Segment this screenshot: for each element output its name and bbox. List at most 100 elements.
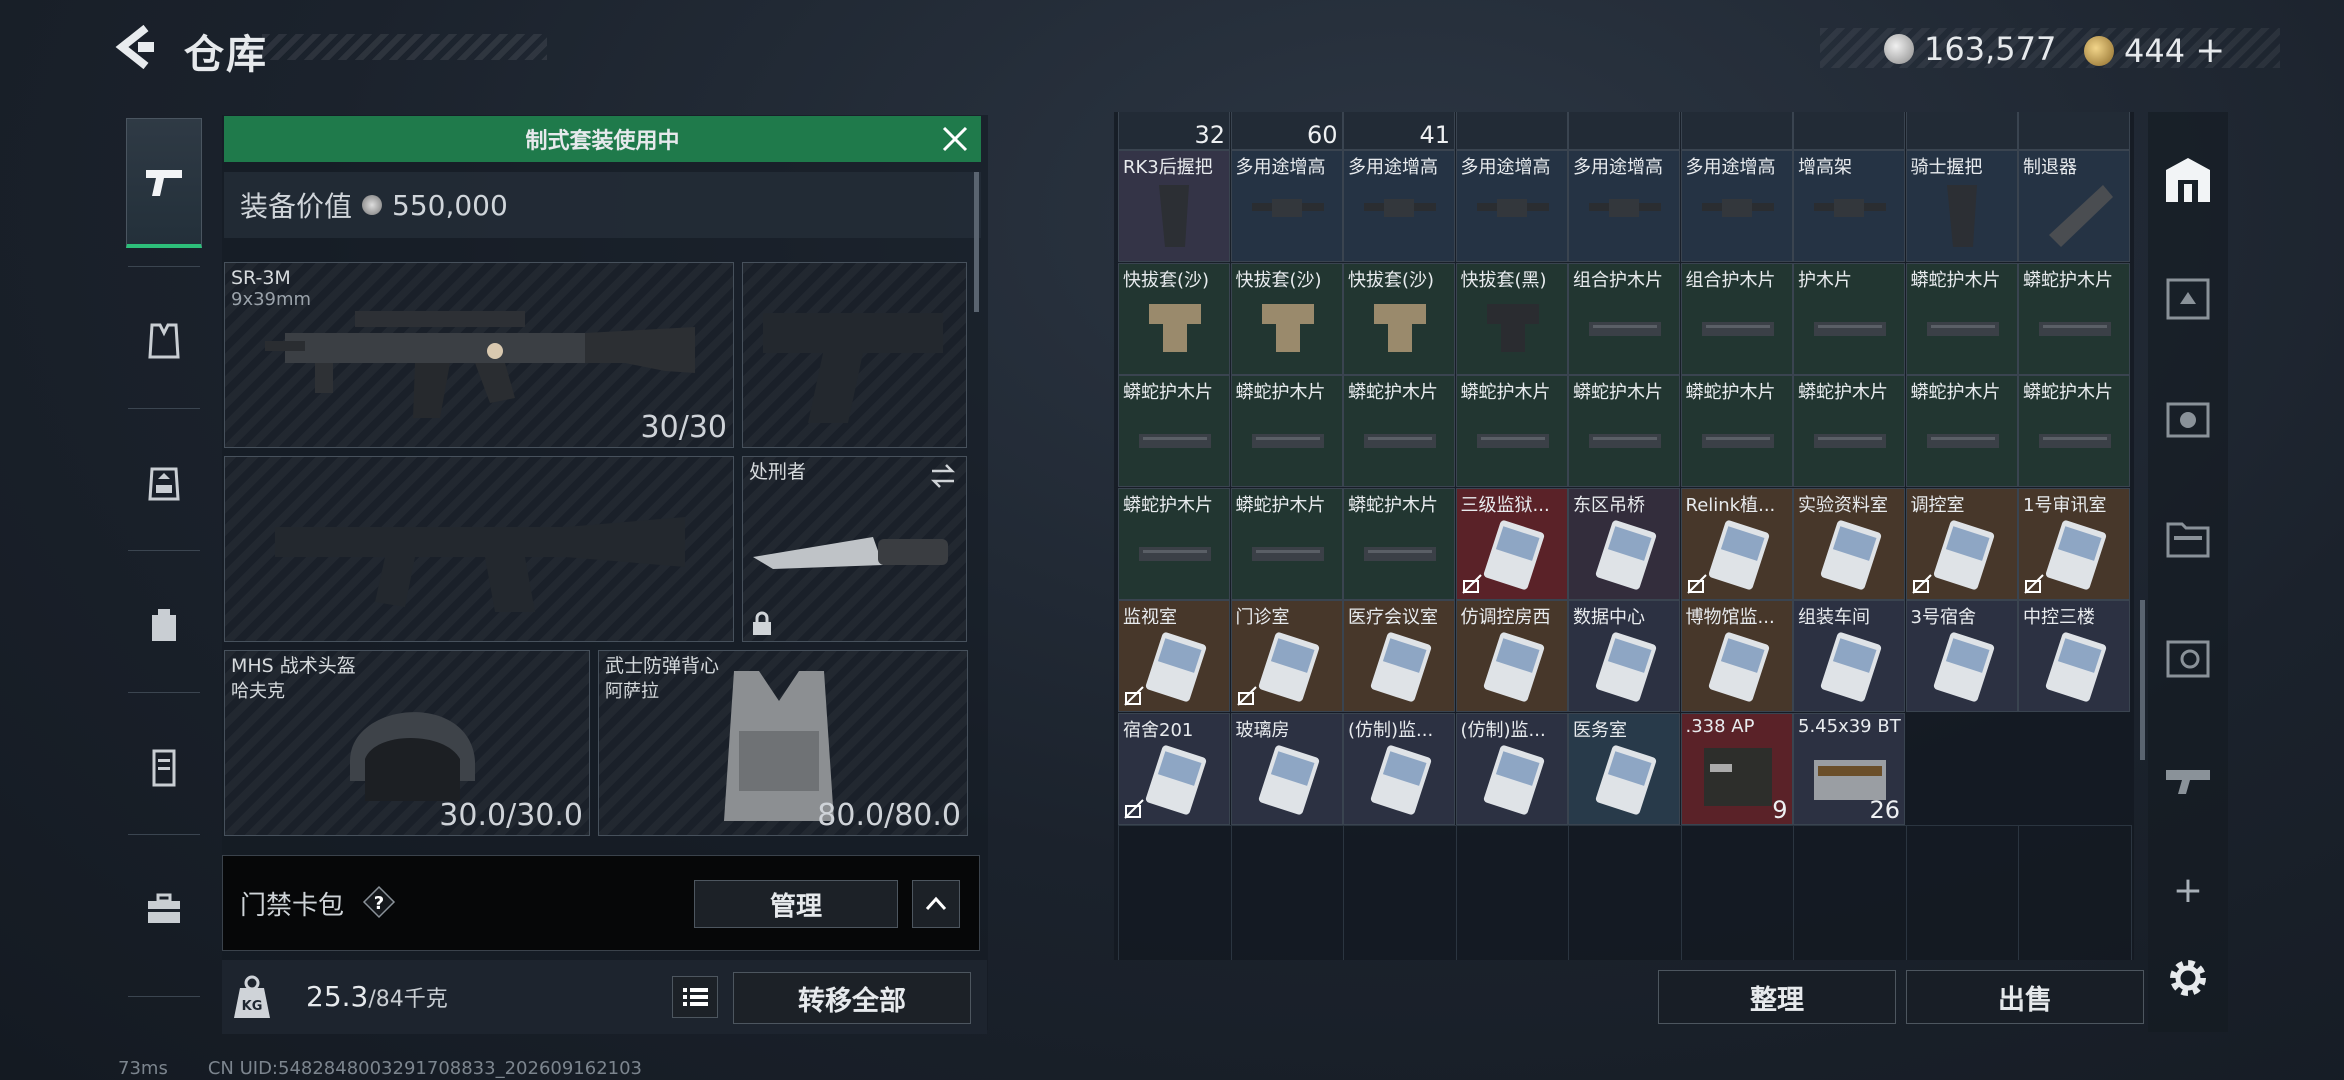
collapse-button[interactable] <box>912 880 960 928</box>
storage-item[interactable]: (仿制)监... <box>1455 712 1568 825</box>
storage-item[interactable]: 组合护木片 <box>1680 262 1793 375</box>
storage-item[interactable]: 数据中心 <box>1568 600 1680 712</box>
storage-item[interactable]: 快拔套(黑) <box>1455 262 1568 375</box>
swap-icon[interactable] <box>928 463 958 489</box>
list-view-button[interactable] <box>672 976 718 1018</box>
storage-item-partial[interactable] <box>1680 112 1793 150</box>
storage-item[interactable]: 医疗会议室 <box>1343 600 1455 712</box>
storage-item[interactable]: 蟒蛇护木片 <box>1793 375 1905 487</box>
storage-item[interactable]: 快拔套(沙) <box>1230 262 1343 375</box>
close-banner-button[interactable] <box>938 122 972 156</box>
storage-item[interactable]: Relink植... <box>1680 487 1793 600</box>
storage-item[interactable]: 蟒蛇护木片 <box>1343 487 1455 600</box>
transfer-all-button[interactable]: 转移全部 <box>733 972 971 1024</box>
settings-button[interactable] <box>2160 950 2216 1006</box>
storage-item-partial[interactable] <box>1905 112 2018 150</box>
rail-storage-6[interactable] <box>2160 750 2216 806</box>
nav-weapon[interactable] <box>126 118 202 248</box>
storage-item[interactable]: 蟒蛇护木片 <box>1905 375 2018 487</box>
storage-item[interactable]: 蟒蛇护木片 <box>1455 375 1568 487</box>
sell-button[interactable]: 出售 <box>1906 970 2144 1024</box>
storage-item[interactable]: 蟒蛇护木片 <box>1118 375 1230 487</box>
storage-item[interactable]: 蟒蛇护木片 <box>1118 487 1230 600</box>
storage-item-partial[interactable]: 41 <box>1343 112 1455 150</box>
storage-item[interactable]: 实验资料室 <box>1793 487 1905 600</box>
storage-item-partial[interactable]: 32 <box>1118 112 1230 150</box>
storage-item[interactable]: 宿舍201 <box>1118 712 1230 825</box>
storage-item[interactable]: 5.45x39 BT 26 <box>1793 712 1905 825</box>
sort-button[interactable]: 整理 <box>1658 970 1896 1024</box>
nav-armor[interactable] <box>126 276 202 406</box>
storage-item[interactable]: 快拔套(沙) <box>1343 262 1455 375</box>
storage-item[interactable]: 蟒蛇护木片 <box>1230 487 1343 600</box>
manage-button[interactable]: 管理 <box>694 880 898 928</box>
nav-toolbox[interactable] <box>126 844 202 974</box>
storage-scrollbar[interactable] <box>2140 600 2145 760</box>
storage-item[interactable]: 蟒蛇护木片 <box>1905 262 2018 375</box>
storage-item[interactable]: 三级监狱... <box>1455 487 1568 600</box>
storage-item[interactable]: 中控三楼 <box>2018 600 2130 712</box>
storage-item[interactable]: 医务室 <box>1568 712 1680 825</box>
storage-item[interactable]: 增高架 <box>1793 150 1905 262</box>
storage-item[interactable]: 蟒蛇护木片 <box>2018 262 2130 375</box>
storage-item[interactable]: (仿制)监... <box>1343 712 1455 825</box>
nav-backpack[interactable] <box>126 560 202 690</box>
storage-item-partial[interactable] <box>1455 112 1568 150</box>
help-button[interactable]: ? <box>362 885 396 919</box>
storage-item[interactable]: 1号审讯室 <box>2018 487 2130 600</box>
nav-rig[interactable] <box>126 418 202 548</box>
rail-storage-4[interactable] <box>2160 510 2216 566</box>
storage-item[interactable]: 蟒蛇护木片 <box>1568 375 1680 487</box>
storage-item[interactable]: 骑士握把 <box>1905 150 2018 262</box>
storage-item[interactable]: 蟒蛇护木片 <box>1230 375 1343 487</box>
vest-brand: 阿萨拉 <box>605 681 659 702</box>
back-button[interactable] <box>112 22 160 72</box>
item-name: 玻璃房 <box>1235 719 1290 741</box>
grid-line <box>1680 825 1682 960</box>
storage-item[interactable]: 多用途增高 <box>1680 150 1793 262</box>
storage-item[interactable]: .338 AP 9 <box>1680 712 1793 825</box>
storage-item[interactable]: 多用途增高 <box>1455 150 1568 262</box>
melee-slot[interactable]: 处刑者 <box>742 456 967 642</box>
storage-item[interactable]: 多用途增高 <box>1568 150 1680 262</box>
storage-item[interactable]: 蟒蛇护木片 <box>1680 375 1793 487</box>
add-storage-button[interactable]: + <box>2160 870 2216 926</box>
nav-container[interactable] <box>126 702 202 832</box>
storage-item[interactable]: 蟒蛇护木片 <box>1343 375 1455 487</box>
storage-item-partial[interactable]: 60 <box>1230 112 1343 150</box>
storage-item[interactable]: 制退器 <box>2018 150 2130 262</box>
helmet-slot[interactable]: MHS 战术头盔 哈夫克 30.0/30.0 <box>224 650 590 836</box>
storage-item[interactable]: 蟒蛇护木片 <box>2018 375 2130 487</box>
rail-warehouse[interactable] <box>2160 152 2216 208</box>
currency-2[interactable]: 444 + <box>2084 30 2225 71</box>
rail-storage-5[interactable] <box>2160 630 2216 686</box>
storage-item[interactable]: 多用途增高 <box>1230 150 1343 262</box>
rail-storage-2[interactable] <box>2160 270 2216 326</box>
item-name: (仿制)监... <box>1460 719 1546 741</box>
storage-item[interactable]: 组合护木片 <box>1568 262 1680 375</box>
storage-item[interactable]: 东区吊桥 <box>1568 487 1680 600</box>
storage-item-partial[interactable] <box>1568 112 1680 150</box>
storage-item-partial[interactable] <box>2018 112 2130 150</box>
add-currency-button[interactable]: + <box>2195 30 2225 71</box>
storage-item[interactable]: 仿调控房西 <box>1455 600 1568 712</box>
storage-item[interactable]: 门诊室 <box>1230 600 1343 712</box>
storage-item[interactable]: 玻璃房 <box>1230 712 1343 825</box>
storage-item[interactable]: 调控室 <box>1905 487 2018 600</box>
secondary-weapon-slot[interactable] <box>224 456 734 642</box>
storage-item-partial[interactable] <box>1793 112 1905 150</box>
vest-slot[interactable]: 武士防弹背心 阿萨拉 80.0/80.0 <box>598 650 968 836</box>
storage-item[interactable]: 多用途增高 <box>1343 150 1455 262</box>
chest-rig-icon <box>148 467 180 501</box>
rail-storage-3[interactable] <box>2160 390 2216 446</box>
storage-item[interactable]: 组装车间 <box>1793 600 1905 712</box>
equipment-scrollbar[interactable] <box>974 172 979 312</box>
storage-item[interactable]: RK3后握把 <box>1118 150 1230 262</box>
storage-item[interactable]: 监视室 <box>1118 600 1230 712</box>
storage-item[interactable]: 护木片 <box>1793 262 1905 375</box>
primary-weapon-slot[interactable]: SR-3M 9x39mm 30/30 <box>224 262 734 448</box>
storage-item[interactable]: 博物馆监... <box>1680 600 1793 712</box>
storage-item[interactable]: 3号宿舍 <box>1905 600 2018 712</box>
pistol-slot[interactable] <box>742 262 967 448</box>
storage-item[interactable]: 快拔套(沙) <box>1118 262 1230 375</box>
